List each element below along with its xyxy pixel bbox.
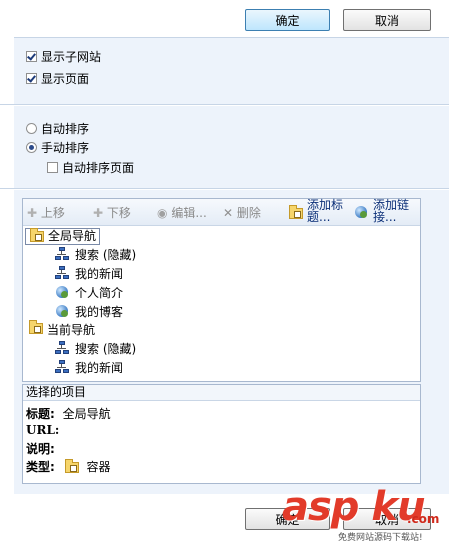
url-row: URL: (26, 423, 59, 437)
url-key: URL: (26, 423, 60, 437)
divider (0, 104, 449, 105)
auto-sort-label: 自动排序 (41, 122, 90, 136)
divider (0, 188, 449, 189)
edit-label: 编辑... (171, 206, 207, 220)
show-pages-checkbox[interactable] (26, 73, 37, 84)
tree-node-my-news-current[interactable]: 我的新闻 (55, 359, 123, 376)
tree-node-my-news[interactable]: 我的新闻 (55, 265, 123, 282)
show-subsites-label: 显示子网站 (41, 50, 102, 64)
tree-node-search-hidden[interactable]: 搜索 (隐藏) (55, 246, 136, 263)
tree-node-label: 我的博客 (75, 305, 124, 319)
description-row: 说明: (26, 440, 55, 457)
folder-icon (289, 205, 303, 219)
title-row: 标题: 全局导航 (26, 405, 111, 422)
delete-button[interactable]: ✕ 删除 (223, 204, 261, 221)
sitemap-icon (55, 360, 69, 374)
edit-button[interactable]: ◉ 编辑... (157, 204, 207, 221)
tree-node-global-navigation[interactable]: 全局导航 (25, 228, 101, 245)
tree-toolbar: ✚ 上移 ✚ 下移 ◉ 编辑... ✕ 删除 添加标 题... 添加链 接... (23, 199, 420, 226)
show-subsites-checkbox[interactable] (26, 51, 37, 62)
sitemap-icon (55, 247, 69, 261)
tree-node-label: 我的新闻 (75, 361, 124, 375)
selected-item-panel: 选择的项目 标题: 全局导航 URL: 说明: 类型: 容器 (22, 384, 421, 484)
delete-label: 删除 (236, 206, 261, 220)
divider (14, 37, 449, 38)
tree-node-label: 搜索 (隐藏) (75, 248, 137, 262)
move-up-label: 上移 (40, 206, 65, 220)
tree-node-label: 个人简介 (75, 286, 124, 300)
type-value: 容器 (86, 460, 111, 474)
title-value: 全局导航 (62, 407, 111, 421)
watermark-logo: asp ku (282, 484, 425, 530)
tree-node-label: 当前导航 (47, 323, 96, 337)
edit-icon: ◉ (157, 206, 168, 220)
manual-sort-label: 手动排序 (41, 141, 90, 155)
move-up-button[interactable]: ✚ 上移 (27, 204, 65, 221)
manual-sort-radio[interactable] (26, 142, 37, 153)
description-key: 说明: (26, 442, 55, 456)
tree-node-my-blog[interactable]: 我的博客 (55, 303, 123, 320)
watermark-domain: .com (407, 512, 440, 526)
link-globe-icon (56, 286, 68, 298)
auto-sort-pages-checkbox[interactable] (47, 162, 58, 173)
tree-node-label: 全局导航 (48, 229, 97, 243)
add-heading-label-line2: 题... (307, 210, 331, 224)
tree-node-current-navigation[interactable]: 当前导航 (25, 320, 96, 338)
ok-button-top[interactable]: 确定 (245, 9, 330, 31)
type-row: 类型: 容器 (26, 458, 110, 475)
container-folder-icon (30, 228, 44, 242)
add-link-label-line2: 接... (373, 210, 397, 224)
tree-node-label: 搜索 (隐藏) (75, 342, 137, 356)
auto-sort-pages-label: 自动排序页面 (62, 161, 135, 175)
selected-item-header-label: 选择的项目 (26, 385, 87, 399)
auto-sort-radio[interactable] (26, 123, 37, 134)
title-key: 标题: (26, 407, 55, 421)
tree-node-profile[interactable]: 个人简介 (55, 284, 123, 301)
link-globe-icon (56, 305, 68, 317)
move-down-label: 下移 (106, 206, 131, 220)
show-pages-label: 显示页面 (41, 72, 90, 86)
cancel-button-top[interactable]: 取消 (343, 9, 431, 31)
container-folder-icon (64, 459, 79, 473)
container-folder-icon (29, 320, 43, 334)
sitemap-icon (55, 266, 69, 280)
tree-node-search-hidden-current[interactable]: 搜索 (隐藏) (55, 340, 136, 357)
up-arrow-icon: ✚ (27, 206, 38, 220)
sitemap-icon (55, 341, 69, 355)
selected-item-header: 选择的项目 (23, 385, 420, 401)
link-globe-icon (355, 206, 367, 218)
move-down-button[interactable]: ✚ 下移 (93, 204, 131, 221)
delete-icon: ✕ (223, 206, 234, 220)
tree-node-label: 我的新闻 (75, 267, 124, 281)
navigation-tree: ✚ 上移 ✚ 下移 ◉ 编辑... ✕ 删除 添加标 题... 添加链 接... (22, 198, 421, 382)
watermark-tagline: 免费网站源码下载站! (338, 533, 423, 543)
type-key: 类型: (26, 460, 55, 474)
down-arrow-icon: ✚ (93, 206, 104, 220)
